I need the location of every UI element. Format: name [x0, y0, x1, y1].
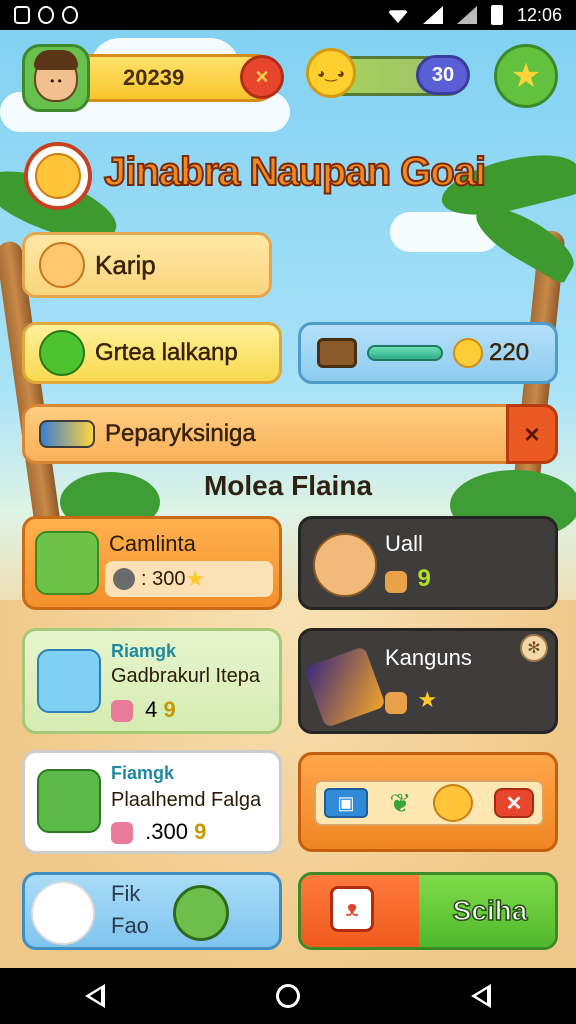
item-card-kanguns[interactable]: Kanguns ★ [298, 628, 558, 734]
treasure-chest-icon [317, 338, 357, 368]
status-time: 12:06 [516, 4, 562, 25]
card-value: 9 [417, 565, 431, 592]
sun-logo-icon [35, 153, 81, 199]
navigation-bar [0, 968, 576, 1024]
notification-icon [14, 6, 30, 24]
hand-icon [385, 570, 407, 593]
battery-icon [490, 5, 503, 25]
star-button[interactable]: ★ [494, 44, 558, 108]
chat-panel[interactable]: Grtea lalkanp [22, 322, 282, 384]
signal-icon [422, 6, 443, 24]
star-icon: ★ [510, 57, 542, 95]
coin-icon [113, 568, 135, 590]
battery-panel-label: Peparyksiniga [105, 420, 256, 448]
chat-bubble-icon [39, 330, 85, 376]
player-avatar[interactable] [22, 44, 90, 112]
card-title: Kanguns [385, 645, 472, 670]
notification-icons [14, 6, 78, 24]
price-value: : 300 [141, 567, 186, 590]
close-button[interactable]: ✕ [493, 788, 534, 818]
card-stats: 4 9 [111, 697, 176, 723]
recents-icon[interactable] [470, 984, 491, 1008]
coin-count: 20239 [123, 65, 185, 90]
treasure-progress-bar [367, 345, 443, 361]
card-value-2: 9 [163, 697, 176, 722]
item-card-plaalhemd[interactable]: Fiamgk Plaalhemd Falga .300 9 [22, 750, 282, 854]
battery-panel[interactable]: Peparyksiniga [22, 404, 558, 464]
sun-button[interactable] [432, 784, 473, 822]
energy-value: 30 [416, 55, 470, 95]
player-avatar-icon [37, 769, 101, 833]
card-value-2: 9 [194, 819, 207, 844]
wifi-icon [386, 10, 409, 23]
action-toolbar: ▣ ❦ ✕ [314, 780, 544, 826]
bunny-icon: ᴥ [330, 886, 374, 932]
sun-icon: ◕‿◕ [306, 48, 356, 98]
battery-icon [39, 420, 95, 448]
card-title: Gadbrakurl Itepa [111, 665, 260, 687]
sun-face-icon [39, 242, 85, 288]
player-avatar-icon [37, 649, 101, 713]
star-icon: ★ [185, 566, 206, 591]
notification-icon [62, 6, 78, 24]
card-stats: .300 9 [111, 819, 206, 845]
karip-panel[interactable]: Karip [22, 232, 272, 298]
card-title: Uall [385, 531, 423, 556]
play-button[interactable]: Sciha [419, 875, 555, 947]
play-button-label: Sciha [452, 894, 528, 927]
status-bar: 12:06 [0, 0, 576, 30]
chat-panel-label: Grtea lalkanp [95, 339, 238, 367]
item-card-camlinta[interactable]: Camlinta : 300 ★ [22, 516, 282, 610]
signal-icon [456, 6, 477, 24]
home-icon[interactable] [275, 984, 300, 1008]
card-value: .300 [145, 819, 188, 844]
karip-label: Karip [95, 249, 156, 280]
tool-icon [35, 531, 99, 595]
card-value: 4 [145, 697, 158, 722]
card-title: Plaalhemd Falga [111, 789, 262, 811]
card-line2: Fao [111, 913, 149, 938]
tag-icon [111, 822, 133, 845]
treasure-panel[interactable]: 220 [298, 322, 558, 384]
card-line1: Fik [111, 881, 141, 906]
notification-icon [38, 6, 54, 24]
star-icon: ★ [417, 687, 438, 712]
game-logo [24, 142, 92, 210]
item-card-gadbrakurl[interactable]: Riamgk Gadbrakurl Itepa 4 9 [22, 628, 282, 734]
card-stats: ★ [385, 687, 437, 714]
back-icon[interactable] [85, 984, 106, 1008]
item-card-uall[interactable]: Uall 9 [298, 516, 558, 610]
tag-icon [111, 700, 133, 723]
card-subtitle: Riamgk [111, 641, 177, 661]
hand-icon [385, 691, 407, 714]
section-title: Molea Flaina [203, 470, 373, 501]
egg-icon [31, 881, 95, 945]
card-subtitle: Fiamgk [111, 763, 175, 783]
coins-close-button[interactable]: × [240, 55, 284, 99]
card-stats: 9 [385, 565, 431, 593]
close-icon[interactable]: × [506, 404, 558, 464]
character-icon [173, 885, 229, 941]
leaf-button[interactable]: ❦ [389, 788, 411, 819]
price-tag: : 300 ★ [105, 561, 273, 597]
avatar-face-icon [34, 50, 78, 102]
feather-icon [303, 645, 387, 729]
treasure-value: 220 [489, 339, 530, 367]
gear-icon[interactable]: ✻ [520, 634, 548, 662]
character-icon [313, 533, 377, 597]
friends-card[interactable]: Fik Fao [22, 872, 282, 950]
card-title: Camlinta [109, 531, 196, 556]
sun-coin-icon [453, 338, 483, 368]
photo-button[interactable]: ▣ [324, 788, 368, 818]
game-title: Jinabra Naupan Goai [103, 149, 487, 195]
